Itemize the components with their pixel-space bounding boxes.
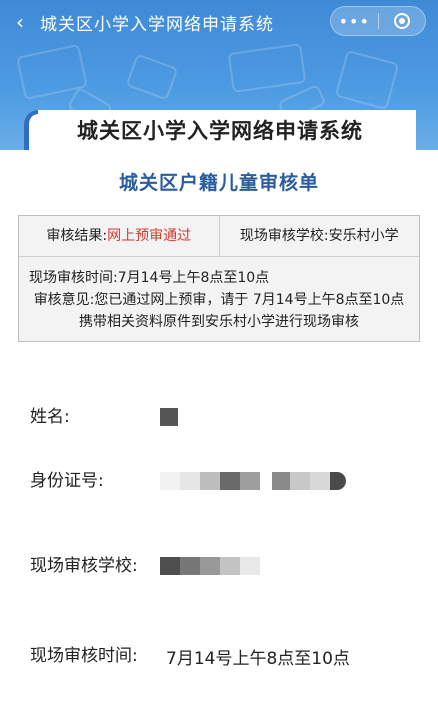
review-time-field: 现场审核时间: 7月14号上午8点至10点 xyxy=(30,626,420,686)
review-opinion-text: 审核意见:您已通过网上预审，请于 7月14号上午8点至10点 携带相关资料原件到… xyxy=(33,292,405,330)
back-button[interactable]: ‹ xyxy=(0,0,40,44)
id-field: 身份证号: xyxy=(30,466,420,496)
result-cell: 审核结果:网上预审通过 xyxy=(19,216,219,256)
main-content: 城关区户籍儿童审核单 审核结果:网上预审通过 现场审核学校:安乐村小学 现场审核… xyxy=(0,150,438,342)
form-title: 城关区户籍儿童审核单 xyxy=(118,172,319,194)
school-value: 安乐村小学 xyxy=(328,228,399,244)
review-result-box: 审核结果:网上预审通过 现场审核学校:安乐村小学 现场审核时间:7月14号上午8… xyxy=(18,215,420,342)
more-button[interactable]: ••• xyxy=(331,12,378,31)
review-school-label: 现场审核学校: xyxy=(30,556,138,576)
review-time-label: 现场审核时间: xyxy=(30,646,138,666)
review-time-value: 7月14号上午8点至10点 xyxy=(166,648,350,669)
review-time-line: 现场审核时间:7月14号上午8点至10点 xyxy=(29,270,270,286)
review-school-field: 现场审核学校: xyxy=(30,536,420,596)
banner-title: 城关区小学入学网络申请系统 xyxy=(77,119,363,143)
review-school-value-masked xyxy=(160,557,260,575)
result-label: 审核结果: xyxy=(46,228,108,244)
result-row: 审核结果:网上预审通过 现场审核学校:安乐村小学 xyxy=(19,216,419,257)
close-button[interactable] xyxy=(379,13,426,29)
navigation-bar: ‹ 城关区小学入学网络申请系统 ••• xyxy=(0,0,438,44)
nav-title: 城关区小学入学网络申请系统 xyxy=(40,14,274,35)
review-opinion: 现场审核时间:7月14号上午8点至10点 审核意见:您已通过网上预审，请于 7月… xyxy=(19,257,419,341)
app-page: ‹ 城关区小学入学网络申请系统 ••• 城关区小学入学网络申请系统 城关区户籍儿… xyxy=(0,0,438,704)
name-field: 姓名: xyxy=(30,402,420,432)
name-value-masked xyxy=(160,408,178,426)
name-label: 姓名: xyxy=(30,407,70,427)
mini-program-capsule: ••• xyxy=(330,6,426,36)
result-value: 网上预审通过 xyxy=(107,228,192,244)
target-circle-icon xyxy=(393,13,410,29)
id-value-masked xyxy=(160,472,346,490)
school-cell: 现场审核学校:安乐村小学 xyxy=(218,216,420,256)
school-label: 现场审核学校: xyxy=(239,228,329,244)
system-banner: 城关区小学入学网络申请系统 xyxy=(24,110,416,150)
chevron-left-icon: ‹ xyxy=(16,10,24,34)
id-label: 身份证号: xyxy=(30,471,104,491)
